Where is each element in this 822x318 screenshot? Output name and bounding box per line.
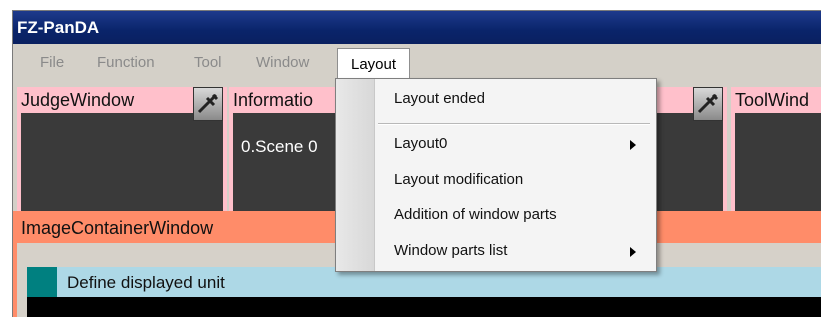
tool-window-title: ToolWind: [735, 89, 810, 111]
menu-separator: [378, 123, 650, 125]
menu-layout[interactable]: Layout: [337, 48, 411, 80]
menu-file[interactable]: File: [40, 54, 64, 71]
hidden-panel-body: [655, 113, 723, 211]
judge-window-panel: JudgeWindow: [17, 87, 227, 211]
title-bar: FZ-PanDA: [13, 11, 821, 44]
unit-color-swatch: [27, 267, 57, 297]
menu-item-layout-ended[interactable]: Layout ended: [394, 90, 485, 107]
hidden-panel: [655, 87, 727, 211]
menu-window[interactable]: Window: [256, 54, 309, 71]
judge-window-body: [21, 113, 223, 211]
information-panel: Informatio 0.Scene 0: [229, 87, 349, 211]
judge-window-title: JudgeWindow: [21, 89, 135, 111]
menu-item-layout0[interactable]: Layout0: [394, 135, 447, 152]
tool-window-panel: ToolWind: [731, 87, 821, 211]
define-unit-label: Define displayed unit: [67, 273, 225, 292]
tool-window-body: [735, 113, 821, 211]
menu-tool[interactable]: Tool: [194, 54, 222, 71]
image-container-title: ImageContainerWindow: [21, 218, 214, 238]
information-title: Informatio: [233, 89, 314, 111]
menu-item-layout-modification[interactable]: Layout modification: [394, 171, 523, 188]
window-title: FZ-PanDA: [17, 18, 100, 37]
image-display-area[interactable]: [27, 297, 821, 317]
wrench-icon[interactable]: [693, 87, 723, 121]
menu-item-window-parts-list[interactable]: Window parts list: [394, 242, 507, 259]
submenu-arrow-icon: [630, 247, 636, 257]
wrench-icon[interactable]: [193, 87, 223, 121]
menu-item-add-window-parts[interactable]: Addition of window parts: [394, 206, 557, 223]
menu-function[interactable]: Function: [97, 54, 155, 71]
layout-dropdown-menu: Layout ended Layout0 Layout modification…: [335, 78, 657, 272]
submenu-arrow-icon: [630, 140, 636, 150]
information-body: [233, 113, 349, 211]
menu-icon-gutter: [336, 79, 375, 271]
menu-bar: File Function Tool Window Layout: [13, 44, 821, 82]
scene-label: 0.Scene 0: [241, 137, 318, 156]
